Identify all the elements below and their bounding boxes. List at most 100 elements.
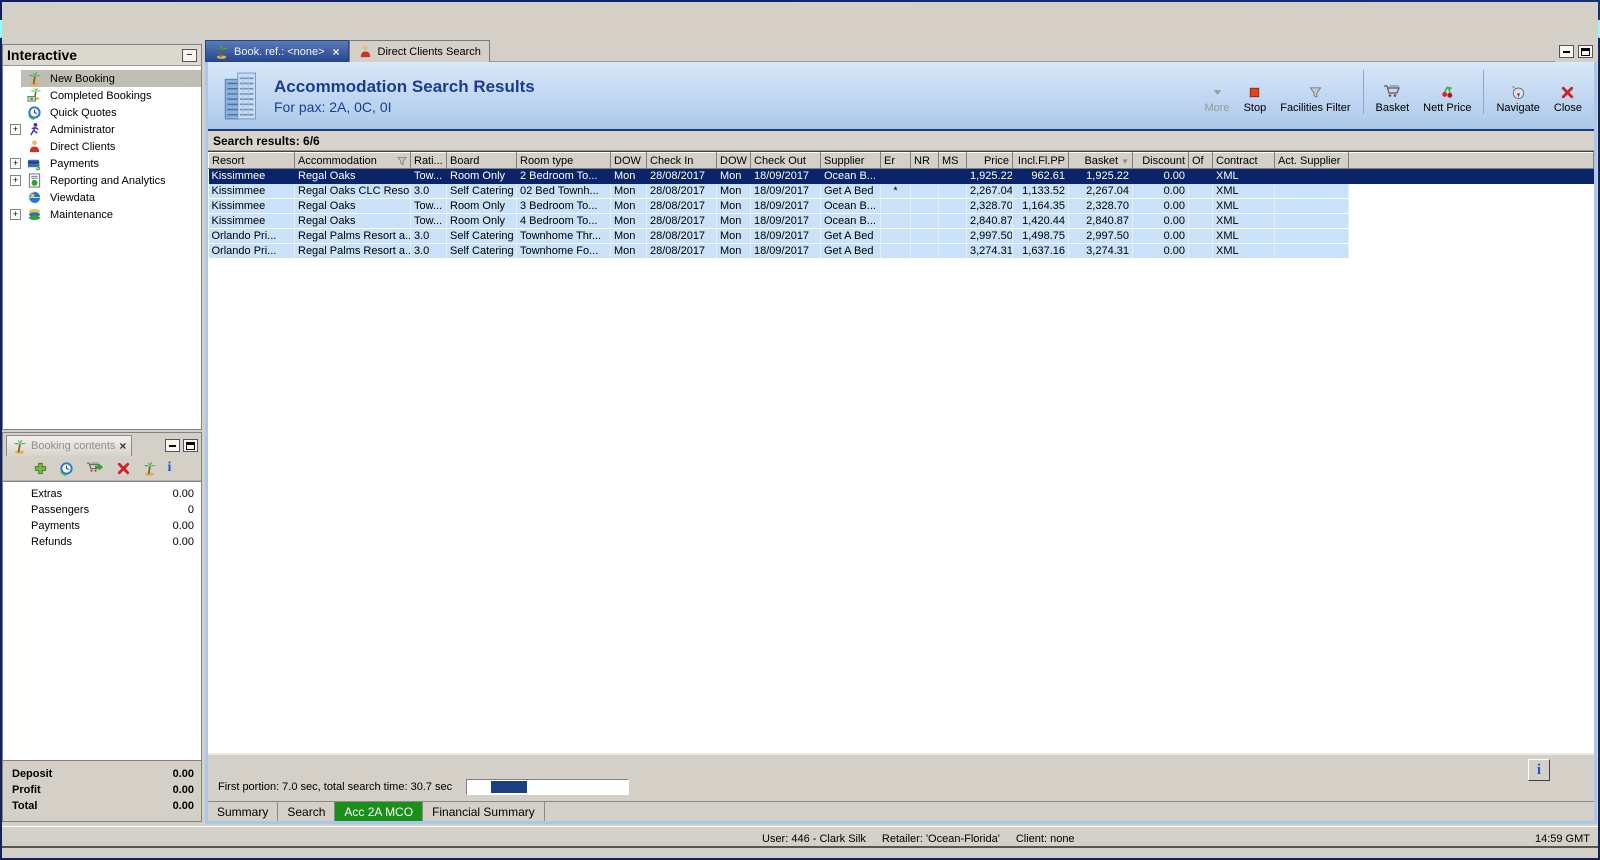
- view-maximize-button[interactable]: [1578, 45, 1593, 58]
- booking-row-extras[interactable]: Extras 0.00: [3, 486, 201, 502]
- interactive-panel-header: Interactive −: [3, 45, 201, 66]
- tree-item-administrator[interactable]: + Administrator: [3, 121, 201, 138]
- facilities-filter-button[interactable]: Facilities Filter: [1274, 83, 1356, 116]
- booking-contents-tab[interactable]: Booking contents ×: [6, 435, 133, 456]
- table-cell: 1,164.35: [1012, 198, 1069, 214]
- panel-minimize-button[interactable]: [165, 439, 180, 452]
- table-cell: 2,997.50: [966, 228, 1013, 244]
- expand-plus-icon[interactable]: +: [10, 175, 21, 186]
- table-row[interactable]: Kissimmee Regal Oaks CLC Resort 3.0 Self Ca…: [208, 183, 1594, 199]
- table-row[interactable]: Orlando Pri... Regal Palms Resort a... 3.0…: [208, 243, 1594, 259]
- tab-summary[interactable]: Summary: [208, 802, 279, 821]
- column-header[interactable]: Basket ▼: [1068, 152, 1133, 169]
- booking-contents-totals: Deposit 0.00 Profit 0.00 Total 0.00: [3, 761, 201, 821]
- column-header[interactable]: Of: [1188, 152, 1213, 169]
- column-header[interactable]: Check Out: [750, 152, 821, 169]
- tree-item-reporting-and-analytics[interactable]: + Reporting and Analytics: [3, 172, 201, 189]
- tab-search[interactable]: Search: [278, 802, 336, 821]
- tab-booking-ref[interactable]: Book. ref.: <none> ×: [205, 40, 349, 62]
- tab-acc-2a-mco[interactable]: Acc 2A MCO: [335, 802, 424, 821]
- tab-close-icon[interactable]: ×: [333, 45, 340, 59]
- info-icon[interactable]: i: [168, 460, 172, 476]
- delete-x-icon[interactable]: [116, 461, 131, 476]
- clock-refresh-icon[interactable]: [59, 461, 74, 476]
- results-summary-bar: Search results: 6/6: [208, 131, 1594, 151]
- table-cell: [910, 213, 939, 229]
- table-cell-filler: [1348, 198, 1594, 214]
- basket-button[interactable]: Basket: [1370, 80, 1416, 116]
- tree-item-completed-bookings[interactable]: Completed Bookings: [3, 87, 201, 104]
- expand-plus-icon[interactable]: +: [10, 124, 21, 135]
- toolbar-separator: [1483, 69, 1485, 114]
- column-header[interactable]: Room type: [516, 152, 611, 169]
- table-cell: [880, 243, 911, 259]
- column-header[interactable]: Incl.Fl.PP: [1012, 152, 1069, 169]
- column-header[interactable]: Er: [880, 152, 911, 169]
- column-header[interactable]: Act. Supplier: [1274, 152, 1349, 169]
- tree-item-viewdata[interactable]: Viewdata: [3, 189, 201, 206]
- table-cell: Regal Oaks: [294, 198, 411, 214]
- tab-financial-summary[interactable]: Financial Summary: [423, 802, 545, 821]
- column-header[interactable]: DOW: [610, 152, 647, 169]
- tree-item-payments[interactable]: + Payments: [3, 155, 201, 172]
- column-header[interactable]: Price: [966, 152, 1013, 169]
- table-cell: [938, 213, 967, 229]
- stop-button[interactable]: Stop: [1238, 83, 1273, 116]
- info-button[interactable]: i: [1528, 759, 1550, 781]
- booking-contents-panel: Booking contents × i Extras 0.00 Passeng…: [2, 432, 202, 822]
- navigate-button[interactable]: Navigate: [1490, 83, 1545, 116]
- column-header[interactable]: NR: [910, 152, 939, 169]
- table-row[interactable]: Kissimmee Regal Oaks Tow... Room Only 2 Bedr…: [208, 168, 1594, 184]
- table-cell: Room Only: [446, 198, 517, 214]
- tree-item-direct-clients[interactable]: Direct Clients: [3, 138, 201, 155]
- column-header[interactable]: Board: [446, 152, 517, 169]
- table-cell: 1,925.22: [966, 168, 1013, 184]
- table-row[interactable]: Orlando Pri... Regal Palms Resort a... 3.0…: [208, 228, 1594, 244]
- column-header[interactable]: Contract: [1212, 152, 1275, 169]
- column-header[interactable]: Check In: [646, 152, 717, 169]
- tree-item-maintenance[interactable]: + Maintenance: [3, 206, 201, 223]
- table-cell: Ocean B...: [820, 198, 881, 214]
- column-header[interactable]: Resort: [208, 152, 295, 169]
- panel-maximize-button[interactable]: [183, 439, 198, 452]
- table-cell: [938, 243, 967, 259]
- table-row[interactable]: Kissimmee Regal Oaks Tow... Room Only 4 Bedr…: [208, 213, 1594, 229]
- column-header[interactable]: MS: [938, 152, 967, 169]
- column-header[interactable]: Discount: [1132, 152, 1189, 169]
- table-cell: [938, 198, 967, 214]
- table-cell: Self Catering: [446, 183, 517, 199]
- table-cell: 962.61: [1012, 168, 1069, 184]
- table-row[interactable]: Kissimmee Regal Oaks Tow... Room Only 3 Bedr…: [208, 198, 1594, 214]
- add-plus-icon[interactable]: [33, 461, 48, 476]
- tree-item-new-booking[interactable]: New Booking: [3, 70, 201, 87]
- booking-row-payments[interactable]: Payments 0.00: [3, 518, 201, 534]
- table-cell: 28/08/2017: [646, 198, 717, 214]
- table-cell: 0.00: [1132, 243, 1189, 259]
- cart-transfer-icon[interactable]: [85, 459, 105, 477]
- expand-plus-icon[interactable]: +: [10, 158, 21, 169]
- table-cell: 2,840.87: [966, 213, 1013, 229]
- column-header[interactable]: DOW: [716, 152, 751, 169]
- palm-tree-icon[interactable]: [142, 461, 157, 476]
- booking-row-passengers[interactable]: Passengers 0: [3, 502, 201, 518]
- filter-funnel-icon[interactable]: [396, 155, 408, 167]
- expand-plus-icon[interactable]: +: [10, 209, 21, 220]
- table-cell: 18/09/2017: [750, 213, 821, 229]
- tree-item-quick-quotes[interactable]: Quick Quotes: [3, 104, 201, 121]
- interactive-panel: Interactive − New Booking Completed Book…: [2, 44, 202, 430]
- table-cell: 3 Bedroom To...: [516, 198, 611, 214]
- column-header[interactable]: Supplier: [820, 152, 881, 169]
- interactive-collapse-button[interactable]: −: [182, 48, 197, 62]
- column-header[interactable]: Rati...: [410, 152, 447, 169]
- booking-row-refunds[interactable]: Refunds 0.00: [3, 534, 201, 550]
- column-header[interactable]: Accommodation: [294, 152, 411, 169]
- table-cell: [1274, 243, 1349, 259]
- close-results-button[interactable]: Close: [1548, 83, 1588, 116]
- more-button[interactable]: More: [1199, 83, 1236, 116]
- tab-direct-clients-search[interactable]: Direct Clients Search: [348, 40, 490, 62]
- table-cell: Mon: [610, 198, 647, 214]
- close-icon[interactable]: ×: [119, 439, 126, 453]
- view-minimize-button[interactable]: [1559, 45, 1574, 58]
- nett-price-button[interactable]: Nett Price: [1417, 83, 1477, 116]
- table-cell: Mon: [716, 228, 751, 244]
